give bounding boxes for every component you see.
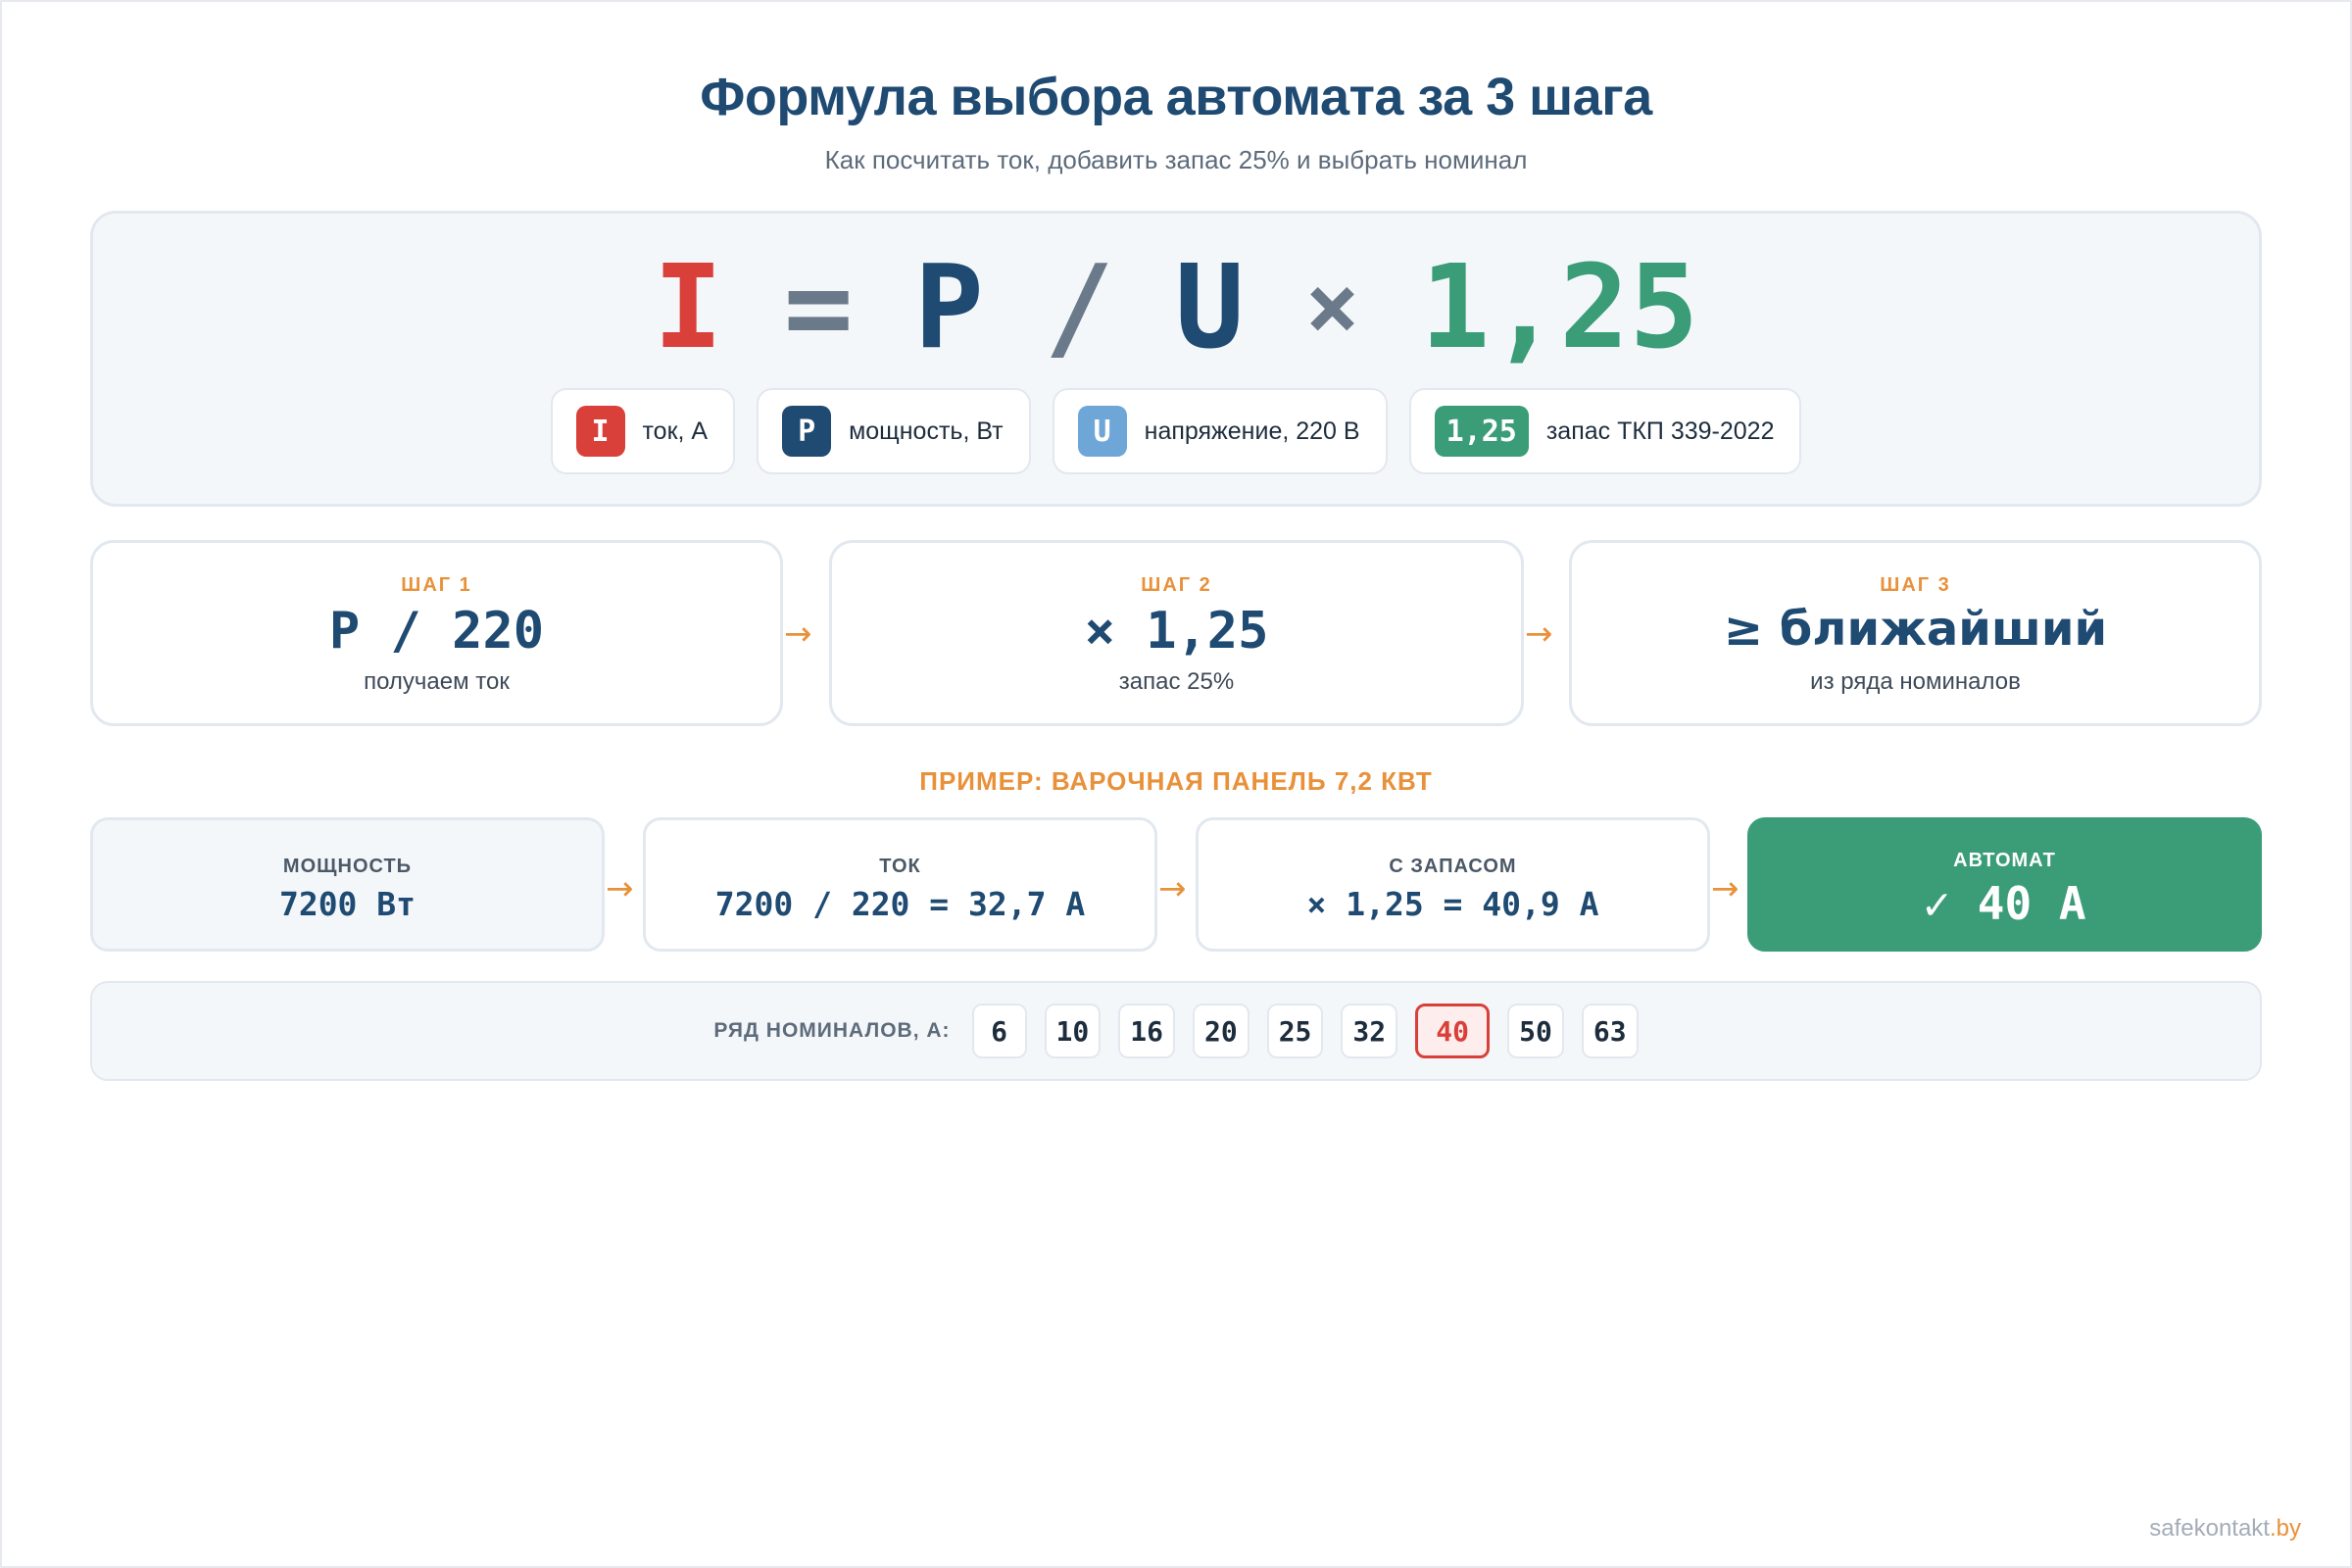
legend-badge-power: P [782,406,832,457]
legend-text-power: мощность, Вт [849,416,1004,445]
legend-text-current: ток, А [642,416,709,445]
legend-chip-current: I ток, А [550,388,736,474]
footer-brand-name: safekontakt [2149,1515,2270,1542]
legend-badge-voltage: U [1077,406,1127,457]
example-result: ✓ 40 А [1923,877,2086,930]
footer-brand: safekontakt.by [2149,1515,2301,1543]
step-card-3: ШАГ 3 ≥ ближайший из ряда номиналов [1569,540,2262,726]
legend-chip-voltage: U напряжение, 220 В [1052,388,1388,474]
step-description: запас 25% [1118,668,1235,695]
example-arrow-icon: → [1158,869,1187,908]
example-label: С ЗАПАСОМ [1389,856,1517,877]
formula-voltage: U [1174,239,1245,374]
step-card-2: ШАГ 2 × 1,25 запас 25% [829,540,1524,726]
example-value: 7200 / 220 = 32,7 А [714,885,1086,923]
rating-chip: 32 [1341,1004,1398,1058]
step-arrow-icon: → [1525,614,1553,654]
page-subtitle: Как посчитать ток, добавить запас 25% и … [824,145,1528,174]
formula-equals: = [783,239,854,374]
example-label: ТОК [879,856,921,877]
rating-chip: 63 [1581,1004,1639,1058]
step-description: из ряда номиналов [1810,668,2021,695]
step-kicker: ШАГ 3 [1880,574,1951,596]
legend-badge-coefficient: 1,25 [1434,406,1529,457]
formula-legend: I ток, А P мощность, Вт U напряжение, 22… [93,388,2259,474]
legend-badge-current: I [575,406,625,457]
page-title: Формула выбора автомата за 3 шага [700,68,1652,126]
formula-power: P [913,239,984,374]
step-formula: ≥ ближайший [1723,602,2108,657]
step-kicker: ШАГ 1 [401,574,472,596]
example-arrow-icon: → [606,869,634,908]
step-arrow-icon: → [784,614,812,654]
example-label: АВТОМАТ [1953,850,2056,871]
example-box-margin: С ЗАПАСОМ × 1,25 = 40,9 А [1196,817,1710,952]
step-card-1: ШАГ 1 P / 220 получаем ток [90,540,783,726]
rating-chip: 16 [1118,1004,1175,1058]
example-box-power: МОЩНОСТЬ 7200 Вт [90,817,605,952]
ratings-label: РЯД НОМИНАЛОВ, А: [713,1019,951,1042]
rating-chip-selected: 40 [1415,1004,1491,1058]
example-value: 7200 Вт [278,885,416,923]
formula: I = P / U × 1,25 [93,243,2259,370]
legend-text-coefficient: запас ТКП 339-2022 [1545,416,1775,445]
footer-domain: .by [2269,1515,2301,1542]
rating-chip: 25 [1266,1004,1324,1058]
formula-panel: I = P / U × 1,25 I ток, А P мощность, Вт… [90,211,2262,507]
rating-chip: 10 [1044,1004,1102,1058]
formula-multiply: × [1304,254,1360,359]
example-box-breaker: АВТОМАТ ✓ 40 А [1747,817,2262,952]
step-formula: P / 220 [328,602,545,661]
formula-current: I [653,239,723,374]
legend-chip-power: P мощность, Вт [757,388,1031,474]
ratings-panel: РЯД НОМИНАЛОВ, А: 6 10 16 20 25 32 40 50… [90,981,2262,1081]
step-description: получаем ток [364,668,510,695]
example-arrow-icon: → [1711,869,1740,908]
example-box-current: ТОК 7200 / 220 = 32,7 А [643,817,1157,952]
rating-chip: 6 [971,1004,1027,1058]
legend-text-voltage: напряжение, 220 В [1144,416,1360,445]
example-title: ПРИМЕР: ВАРОЧНАЯ ПАНЕЛЬ 7,2 КВТ [919,766,1433,796]
example-label: МОЩНОСТЬ [282,856,413,877]
formula-divide: / [1044,239,1114,374]
legend-chip-coefficient: 1,25 запас ТКП 339-2022 [1408,388,1802,474]
example-value: × 1,25 = 40,9 А [1306,885,1599,923]
step-formula: × 1,25 [1084,602,1269,661]
rating-chip: 50 [1507,1004,1564,1058]
rating-chip: 20 [1192,1004,1250,1058]
formula-coefficient: 1,25 [1420,239,1699,374]
step-kicker: ШАГ 2 [1141,574,1212,596]
